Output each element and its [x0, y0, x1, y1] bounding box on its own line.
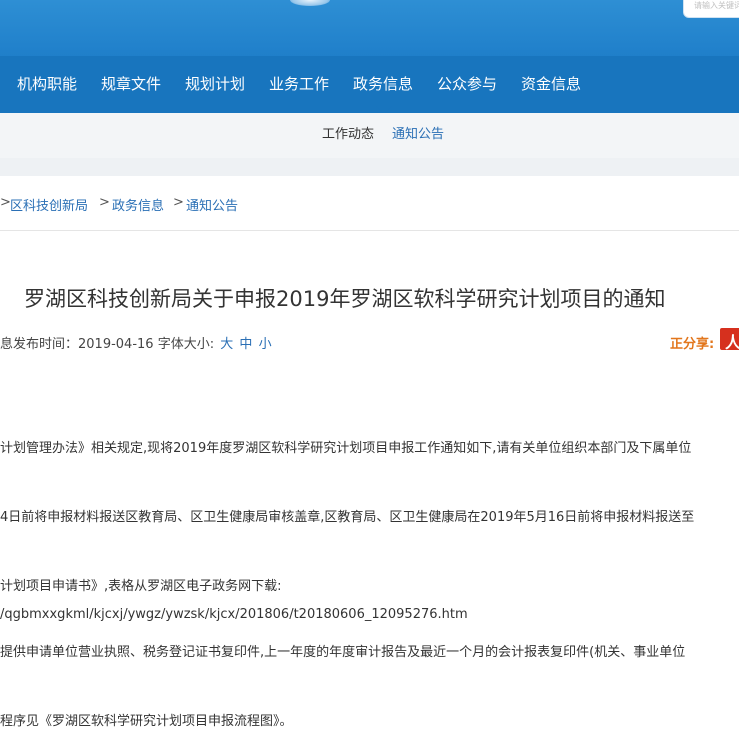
breadcrumb-item-notices[interactable]: 通知公告 [186, 195, 238, 214]
article-paragraph: 计划管理办法》相关规定,现将2019年度罗湖区软科学研究计划项目申报工作通知如下… [0, 441, 692, 456]
breadcrumb-separator: > [173, 195, 184, 210]
sub-nav: 工作动态 通知公告 [0, 113, 739, 158]
header-banner: 请输入关键词 [0, 0, 739, 56]
share-renmin-icon[interactable] [720, 328, 739, 353]
publish-label: 息发布时间： [0, 337, 79, 352]
nav-item-jigou[interactable]: 机构职能 [17, 56, 77, 113]
nav-item-zijin[interactable]: 资金信息 [521, 56, 581, 113]
font-size-large[interactable]: 大 [220, 337, 233, 352]
nav-item-guizhang[interactable]: 规章文件 [101, 56, 161, 113]
nav-item-zhengwu[interactable]: 政务信息 [353, 56, 413, 113]
article-title: 罗湖区科技创新局关于申报2019年罗湖区软科学研究计划项目的通知 [24, 287, 666, 311]
banner-decoration [290, 0, 330, 6]
subnav-item-work-news[interactable]: 工作动态 [322, 113, 374, 158]
article-paragraph: 4日前将申报材料报送区教育局、区卫生健康局审核盖章,区教育局、区卫生健康局在20… [0, 510, 695, 525]
main-nav: 机构职能 规章文件 规划计划 业务工作 政务信息 公众参与 资金信息 [0, 56, 739, 113]
article-paragraph: 程序见《罗湖区软科学研究计划项目申报流程图》。 [0, 714, 293, 729]
article-paragraph: 提供申请单位营业执照、税务登记证书复印件,上一年度的年度审计报告及最近一个月的会… [0, 645, 686, 660]
download-link[interactable]: /qgbmxxgkml/kjcxj/ywgz/ywzsk/kjcx/201806… [0, 607, 468, 622]
share-label: 正分享: [670, 337, 715, 352]
article-paragraph: 计划项目申请书》,表格从罗湖区电子政务网下载: [0, 579, 282, 594]
article-meta: 息发布时间：2019-04-16 字体大小: 大 中 小 [0, 333, 272, 352]
search-input[interactable]: 请输入关键词 [683, 0, 739, 18]
nav-item-guihua[interactable]: 规划计划 [185, 56, 245, 113]
breadcrumb: > 区科技创新局 > 政务信息 > 通知公告 [0, 176, 739, 231]
subnav-item-notices[interactable]: 通知公告 [392, 113, 444, 158]
font-size-label: 字体大小: [157, 337, 215, 352]
publish-date: 2019-04-16 [78, 337, 154, 352]
nav-item-gongzhong[interactable]: 公众参与 [437, 56, 497, 113]
font-size-medium[interactable]: 中 [239, 337, 252, 352]
section-divider [0, 158, 739, 176]
search-placeholder: 请输入关键词 [694, 1, 739, 10]
breadcrumb-item-gov-info[interactable]: 政务信息 [112, 195, 164, 214]
font-size-small[interactable]: 小 [259, 337, 272, 352]
breadcrumb-separator: > [99, 195, 110, 210]
nav-item-yewu[interactable]: 业务工作 [269, 56, 329, 113]
breadcrumb-item-bureau[interactable]: 区科技创新局 [10, 195, 88, 214]
